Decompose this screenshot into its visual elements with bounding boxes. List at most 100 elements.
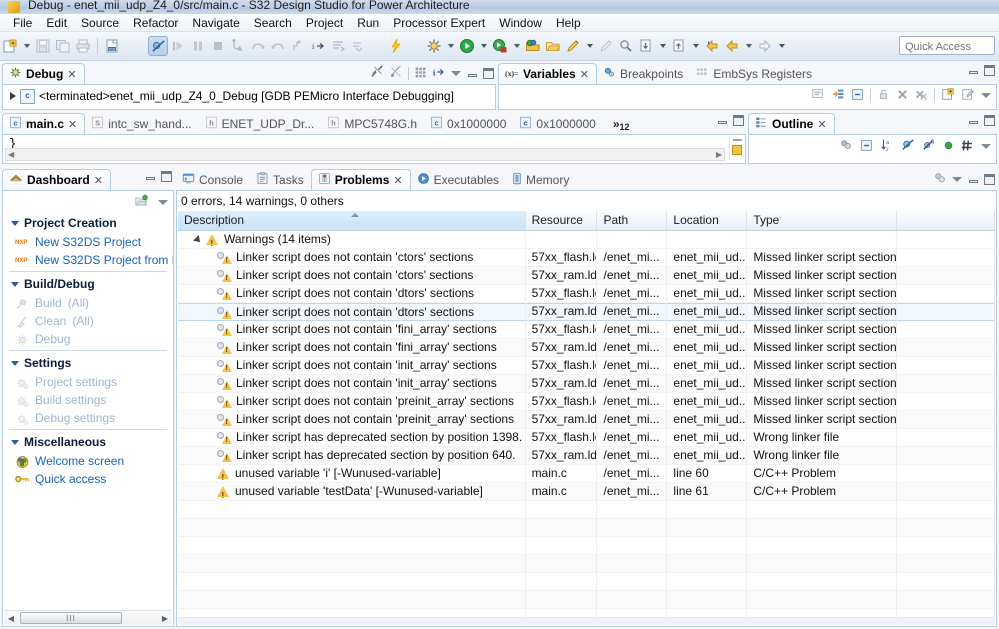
table-row[interactable]: !Linker script does not contain 'ctors' …	[178, 249, 995, 267]
debug-launch-row[interactable]: c <terminated>enet_mii_udp_Z4_0_Debug [G…	[4, 86, 494, 106]
dashboard-link-new-s32ds-project-from-e[interactable]: NXPNew S32DS Project from E	[3, 251, 173, 269]
back-history-icon[interactable]	[722, 35, 742, 57]
tab-console[interactable]: Console	[176, 169, 250, 190]
maximize-icon[interactable]	[984, 115, 995, 126]
search-icon[interactable]	[616, 35, 636, 57]
sort-icon[interactable]: az	[880, 138, 894, 155]
quick-access-input[interactable]	[899, 36, 995, 55]
tab-embsys-registers[interactable]: EmbSys Registers	[690, 63, 819, 84]
collapse-all-icon[interactable]	[860, 139, 873, 155]
next-annotation-dropdown-icon[interactable]	[656, 35, 669, 57]
column-header-description[interactable]: Description	[178, 211, 526, 230]
dashboard-link-quick-access[interactable]: Quick access	[3, 470, 173, 488]
collapse-arrow-icon[interactable]	[193, 235, 203, 245]
menu-item-processor-expert[interactable]: Processor Expert	[386, 15, 492, 31]
close-icon[interactable]: ✕	[580, 68, 589, 81]
new-watch-expression-icon[interactable]	[941, 87, 955, 104]
tab-outline[interactable]: Outline ✕	[748, 113, 835, 134]
view-menu-icon[interactable]	[451, 68, 462, 79]
view-menu-icon[interactable]	[952, 174, 963, 185]
expand-arrow-icon[interactable]	[10, 92, 16, 100]
forward-dropdown-icon[interactable]	[775, 35, 788, 57]
run-dropdown-icon[interactable]	[477, 35, 490, 57]
minimize-icon[interactable]	[968, 65, 979, 76]
scroll-thumb[interactable]: III	[20, 612, 122, 624]
dashboard-link-new-s32ds-project[interactable]: NXPNew S32DS Project	[3, 233, 173, 251]
column-header-path[interactable]: Path	[597, 211, 667, 230]
editor-overview-ruler[interactable]	[729, 137, 743, 161]
previous-annotation-icon[interactable]	[669, 35, 689, 57]
open-perspective-icon[interactable]	[523, 35, 543, 57]
hide-static-members-icon[interactable]: S	[922, 138, 936, 155]
table-row[interactable]: unused variable 'i' [-Wunused-variable]m…	[178, 465, 995, 483]
table-row[interactable]: !Linker script does not contain 'dtors' …	[178, 285, 995, 303]
run-icon[interactable]	[457, 35, 477, 57]
column-header-type[interactable]: Type	[747, 211, 897, 230]
problems-table[interactable]: DescriptionResourcePathLocationType Warn…	[178, 211, 995, 618]
pencil-icon[interactable]	[563, 35, 583, 57]
close-icon[interactable]: ✕	[67, 68, 76, 81]
minimize-icon[interactable]	[968, 115, 979, 126]
instruction-stepping-icon[interactable]: i	[308, 35, 328, 57]
skip-all-breakpoints-icon[interactable]	[148, 36, 168, 56]
editor-tab-main-c[interactable]: cmain.c✕	[2, 113, 85, 134]
table-row[interactable]: !Linker script has deprecated section by…	[178, 429, 995, 447]
column-header-location[interactable]: Location	[667, 211, 747, 230]
dashboard-horizontal-scrollbar[interactable]: ◀ III ▶	[4, 610, 172, 625]
tab-variables[interactable]: (x)=Variables✕	[498, 63, 597, 84]
tab-executables[interactable]: Executables	[411, 169, 506, 190]
menu-item-window[interactable]: Window	[492, 15, 549, 31]
minimize-icon[interactable]	[145, 171, 156, 182]
scroll-left-icon[interactable]: ◀	[4, 614, 18, 623]
tab-tasks[interactable]: Tasks	[250, 169, 311, 190]
hide-fields-icon[interactable]	[901, 138, 915, 155]
focus-on-active-task-icon[interactable]	[839, 138, 853, 155]
editor-tab-mpc5748g-h[interactable]: hMPC5748G.h	[321, 113, 424, 134]
scroll-right-icon[interactable]: ▶	[158, 614, 172, 623]
dashboard-section-build-debug[interactable]: Build/Debug	[3, 274, 173, 294]
dashboard-section-miscellaneous[interactable]: Miscellaneous	[3, 432, 173, 452]
menu-item-refactor[interactable]: Refactor	[126, 15, 185, 31]
table-row[interactable]: !Linker script does not contain 'preinit…	[178, 411, 995, 429]
hide-macros-icon[interactable]	[961, 139, 974, 155]
new-file-dropdown-icon[interactable]	[20, 35, 33, 57]
minimize-icon[interactable]	[968, 174, 979, 185]
next-annotation-icon[interactable]	[636, 35, 656, 57]
view-menu-icon[interactable]	[981, 141, 992, 152]
view-grid-icon[interactable]	[414, 66, 427, 82]
column-header-blank[interactable]	[897, 211, 995, 230]
dashboard-section-project-creation[interactable]: Project Creation	[3, 213, 173, 233]
new-file-icon[interactable]	[0, 35, 20, 57]
tab-memory[interactable]: Memory	[506, 169, 576, 190]
build-dropdown-icon[interactable]	[444, 35, 457, 57]
close-icon[interactable]: ✕	[817, 118, 826, 131]
menu-item-source[interactable]: Source	[74, 15, 126, 31]
minimize-icon[interactable]	[717, 115, 728, 126]
menu-item-search[interactable]: Search	[247, 15, 299, 31]
table-row[interactable]: !Linker script has deprecated section by…	[178, 447, 995, 465]
editor-horizontal-scrollbar[interactable]: ◀ ▶	[5, 148, 725, 161]
problems-group-row[interactable]: Warnings (14 items)	[178, 231, 995, 249]
menu-item-edit[interactable]: Edit	[39, 15, 74, 31]
table-row[interactable]: !Linker script does not contain 'dtors' …	[178, 303, 995, 321]
collapse-all-icon[interactable]	[851, 88, 864, 104]
save-icon[interactable]	[33, 35, 53, 57]
disconnect-icon[interactable]	[370, 65, 384, 82]
close-icon[interactable]: ✕	[393, 174, 402, 187]
back-dropdown-icon[interactable]	[742, 35, 755, 57]
menu-item-project[interactable]: Project	[299, 15, 350, 31]
editor-tab-0x1000000[interactable]: c0x1000000	[513, 113, 602, 134]
editor-tab-overflow[interactable]: »12	[603, 113, 641, 134]
maximize-icon[interactable]	[483, 68, 494, 79]
instruction-stepping-mode-icon[interactable]: i	[432, 65, 446, 82]
show-logical-structure-icon[interactable]	[831, 87, 845, 104]
open-folder-icon[interactable]	[543, 35, 563, 57]
editor-tab-intc-sw-hand-[interactable]: Sintc_sw_hand...	[85, 113, 198, 134]
column-header-resource[interactable]: Resource	[526, 211, 598, 230]
maximize-icon[interactable]	[161, 171, 172, 182]
dashboard-link-welcome-screen[interactable]: Welcome screen	[3, 452, 173, 470]
editor-body[interactable]: } ◀ ▶	[2, 134, 746, 164]
debug-icon[interactable]	[490, 35, 510, 57]
table-row[interactable]: !Linker script does not contain 'ctors' …	[178, 267, 995, 285]
previous-annotation-dropdown-icon[interactable]	[689, 35, 702, 57]
